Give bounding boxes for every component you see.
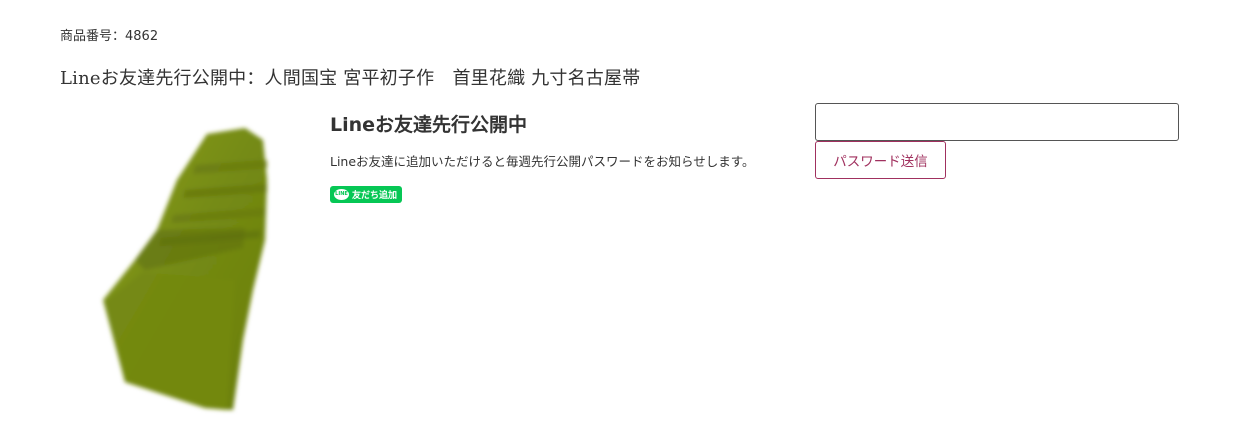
line-chat-icon: LINE [334,189,349,200]
line-add-friend-label: 友だち追加 [352,191,398,201]
password-submit-button[interactable]: パスワード送信 [815,141,946,179]
line-add-friend-button[interactable]: LINE 友だち追加 [330,186,402,203]
line-notice-heading: Lineお友達先行公開中 [330,114,528,136]
password-input[interactable] [815,103,1179,141]
product-image [95,120,285,420]
line-notice-description: Lineお友達に追加いただけると毎週先行公開パスワードをお知らせします。 [330,154,755,169]
product-title: Lineお友達先行公開中：人間国宝 宮平初子作 首里花織 九寸名古屋帯 [60,68,641,89]
product-number: 商品番号：4862 [60,29,159,44]
